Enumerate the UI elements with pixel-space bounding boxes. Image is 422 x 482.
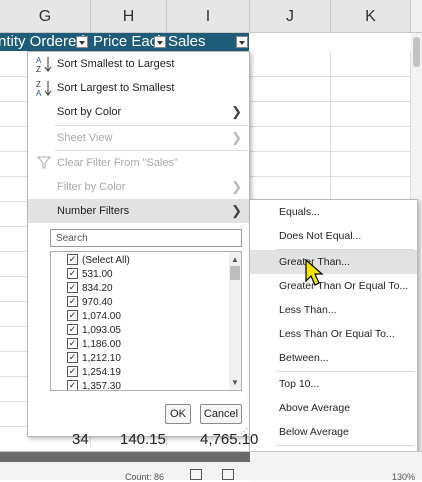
filter-dropdown-price[interactable] [154,36,166,48]
sort-by-color-item[interactable]: Sort by Color ❯ [28,100,249,124]
scroll-down-icon[interactable]: ▼ [231,378,239,387]
page-layout-icon[interactable] [222,469,234,480]
sort-descending-item[interactable]: Z A Sort Largest to Smallest [28,76,249,100]
sort-ascending-item[interactable]: A Z Sort Smallest to Largest [28,52,249,76]
status-bar: Count: 86 130% [0,451,422,482]
submenu-less-than-or-equal[interactable]: Less Than Or Equal To... [250,322,417,346]
ok-button[interactable]: OK [165,404,191,424]
filter-by-color-label: Filter by Color [57,181,126,193]
header-sales: Sales [168,33,206,50]
number-filters-item[interactable]: Number Filters ❯ [28,199,249,223]
column-header-i[interactable]: I [167,0,250,32]
filter-by-color-item: Filter by Color ❯ [28,175,249,199]
submenu-above-average[interactable]: Above Average [250,396,417,420]
number-filters-label: Number Filters [57,205,130,217]
submenu-less-than[interactable]: Less Than... [250,298,417,322]
list-item[interactable]: ✓ 1,074.00 [67,309,121,324]
submenu-below-average[interactable]: Below Average [250,420,417,444]
header-quantity-ordered: ntity Ordered [0,33,85,50]
filter-dropdown-sales[interactable] [236,36,248,48]
submenu-equals[interactable]: Equals... [250,200,417,224]
list-item[interactable]: ✓ 1,357.30 [67,379,121,390]
clear-filter-label: Clear Filter From "Sales" [57,157,178,169]
column-header-row: G H I J K [0,0,422,33]
svg-text:Z: Z [36,65,41,73]
sort-descending-label: Sort Largest to Smallest [57,82,175,94]
list-item[interactable]: ✓ 531.00 [67,267,113,282]
column-header-k[interactable]: K [331,0,411,32]
cell-price: 140.15 [120,431,166,448]
submenu-does-not-equal[interactable]: Does Not Equal... [250,224,417,248]
submenu-between[interactable]: Between... [250,346,417,370]
checkbox[interactable]: ✓ [67,267,78,279]
cancel-button[interactable]: Cancel [200,404,242,424]
sort-ascending-label: Sort Smallest to Largest [57,58,175,70]
checkbox[interactable]: ✓ [67,323,78,335]
svg-text:Z: Z [36,80,41,89]
column-header-j[interactable]: J [250,0,331,32]
clear-filter-icon [37,156,51,169]
list-item[interactable]: ✓ 970.40 [67,295,113,310]
checkbox[interactable]: ✓ [67,379,78,390]
checkbox[interactable]: ✓ [67,351,78,363]
list-scrollbar[interactable]: ▲ ▼ [229,252,241,390]
scrollbar-top [411,0,422,32]
sheet-view-label: Sheet View [57,132,113,144]
scrollbar-thumb[interactable] [413,37,420,67]
filter-dropdown-quantity[interactable] [76,36,88,48]
chevron-right-icon: ❯ [231,203,242,218]
mouse-cursor-icon [305,259,324,286]
chevron-right-icon: ❯ [231,104,242,119]
checkbox[interactable]: ✓ [67,295,78,307]
list-item[interactable]: ✓ 1,093.05 [67,323,121,338]
sort-by-color-label: Sort by Color [57,106,122,118]
column-header-g[interactable]: G [0,0,91,32]
scroll-up-icon[interactable]: ▲ [231,255,239,264]
column-header-h[interactable]: H [91,0,167,32]
submenu-greater-than[interactable]: Greater Than... [250,250,417,274]
list-item[interactable]: ✓ 1,186.00 [67,337,121,352]
search-input[interactable]: Search [50,229,242,247]
list-scrollbar-thumb[interactable] [230,266,240,280]
list-item[interactable]: ✓ 1,212.10 [67,351,121,366]
values-list[interactable]: ✓ (Select All) ✓ 531.00 ✓ 834.20 ✓ 970.40 ✓ 1… [50,251,242,391]
sort-descending-icon: Z A [36,80,52,97]
list-item[interactable]: ✓ 834.20 [67,281,113,296]
filter-menu: A Z Sort Smallest to Largest Z A Sort La… [27,51,250,437]
sort-ascending-icon: A Z [36,56,52,73]
checkbox[interactable]: ✓ [67,337,78,349]
sheet-tab-strip[interactable] [0,452,250,462]
submenu-top-10[interactable]: Top 10... [250,372,417,396]
number-filters-submenu: Equals... Does Not Equal... Greater Than… [249,199,418,476]
status-count: Count: 86 [125,472,165,482]
cell-quantity: 34 [72,431,89,448]
chevron-right-icon: ❯ [231,179,242,194]
svg-text:A: A [36,89,42,97]
normal-view-icon[interactable] [190,469,202,480]
table-header-row: ntity Ordered Price Each Sales [0,33,249,51]
sheet-view-item: Sheet View ❯ [28,126,249,150]
checkbox[interactable]: ✓ [67,365,78,377]
clear-filter-item: Clear Filter From "Sales" [28,151,249,175]
checkbox[interactable]: ✓ [67,253,78,265]
chevron-right-icon: ❯ [231,130,242,145]
search-placeholder: Search [56,233,88,244]
cell-sales: 4,765.10 [200,431,259,448]
svg-text:A: A [36,56,42,65]
checkbox[interactable]: ✓ [67,309,78,321]
list-item[interactable]: ✓ 1,254.19 [67,365,121,380]
list-item[interactable]: ✓ (Select All) [67,253,130,268]
submenu-greater-than-or-equal[interactable]: Greater Than Or Equal To... [250,274,417,298]
zoom-level[interactable]: 130% [392,472,415,482]
checkbox[interactable]: ✓ [67,281,78,293]
